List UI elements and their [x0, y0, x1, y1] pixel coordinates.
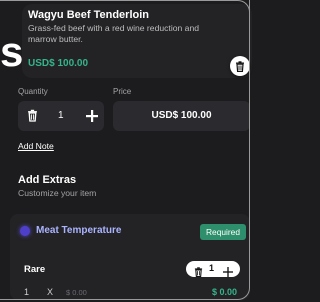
quantity-label: Quantity — [18, 87, 48, 96]
option-remove-button[interactable] — [194, 264, 203, 282]
trash-icon — [236, 60, 244, 72]
required-badge: Required — [200, 224, 246, 240]
plus-icon — [223, 267, 233, 277]
price-label: Price — [113, 87, 132, 96]
option-stepper: 1 — [186, 261, 240, 278]
plus-icon — [86, 110, 98, 122]
option-quantity: 1 — [209, 263, 215, 273]
extras-title: Add Extras — [18, 174, 77, 186]
price-field: USD$ 100.00 — [113, 101, 250, 131]
group-dot-icon — [20, 226, 30, 236]
option-add-button[interactable] — [223, 264, 233, 282]
group-title[interactable]: Meat Temperature — [36, 225, 121, 236]
extras-subtitle: Customize your item — [18, 188, 97, 198]
order-item-sheet: s Wagyu Beef Tenderloin Grass-fed beef w… — [0, 0, 254, 302]
trash-icon — [28, 109, 37, 122]
remove-item-button[interactable] — [230, 56, 250, 76]
trash-icon — [194, 267, 203, 278]
option-unit-price: $ 0.00 — [66, 288, 87, 297]
item-name: Wagyu Beef Tenderloin — [28, 9, 150, 21]
quantity-value: 1 — [58, 110, 64, 121]
option-name: Rare — [24, 264, 46, 275]
increment-button[interactable] — [86, 109, 98, 127]
option-total: $ 0.00 — [212, 287, 238, 297]
page-heading-fragment: s — [0, 28, 23, 75]
decrement-button[interactable] — [27, 109, 38, 127]
option-qty-text: 1 — [24, 287, 30, 297]
price-value: USD$ 100.00 — [151, 110, 212, 121]
option-multiply: X — [47, 287, 54, 297]
item-price: USD$ 100.00 — [28, 58, 89, 69]
add-note-link[interactable]: Add Note — [18, 141, 54, 151]
item-description: Grass-fed beef with a red wine reduction… — [28, 23, 200, 44]
quantity-stepper: 1 — [18, 101, 104, 131]
